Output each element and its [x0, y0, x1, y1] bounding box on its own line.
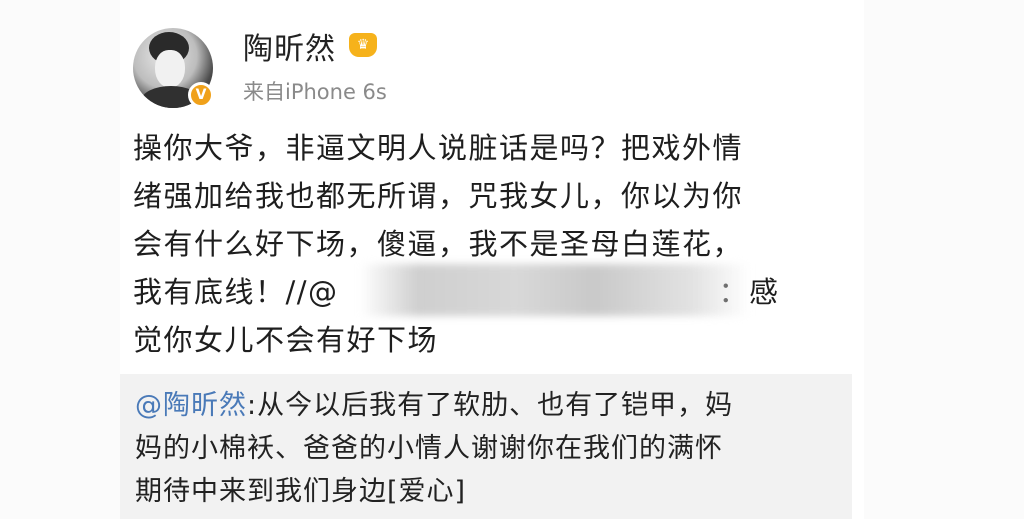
right-margin	[864, 0, 1024, 519]
verified-v-icon: V	[188, 82, 214, 108]
post-line-3: 会有什么好下场，傻逼，我不是圣母白莲花，	[133, 227, 744, 261]
repost-line-3: 期待中来到我们身边[爱心]	[135, 476, 467, 507]
post-line-2: 绪强加给我也都无所谓，咒我女儿，你以为你	[133, 179, 744, 213]
repost-line-2: 妈的小棉袄、爸爸的小情人谢谢你在我们的满怀	[135, 433, 723, 464]
redacted-username-blur	[360, 264, 750, 316]
post-body: 操你大爷，非逼文明人说脏话是吗？把戏外情 绪强加给我也都无所谓，咒我女儿，你以为…	[133, 124, 833, 364]
repost-mention-link[interactable]: @陶昕然	[135, 390, 247, 421]
username[interactable]: 陶昕然	[243, 24, 336, 68]
post-source: 来自iPhone 6s	[243, 80, 387, 104]
crown-vip-icon[interactable]: ♛	[349, 33, 377, 57]
post-line-4: 我有底线！//@	[133, 275, 339, 309]
post-line-5: 觉你女儿不会有好下场	[133, 323, 439, 357]
repost-line-1: :从今以后我有了软肋、也有了铠甲，妈	[247, 390, 734, 421]
repost-text: @陶昕然:从今以后我有了软肋、也有了铠甲，妈 妈的小棉袄、爸爸的小情人谢谢你在我…	[135, 384, 835, 513]
avatar-face	[155, 50, 185, 88]
left-margin	[0, 0, 120, 519]
post-line-1: 操你大爷，非逼文明人说脏话是吗？把戏外情	[133, 131, 744, 165]
